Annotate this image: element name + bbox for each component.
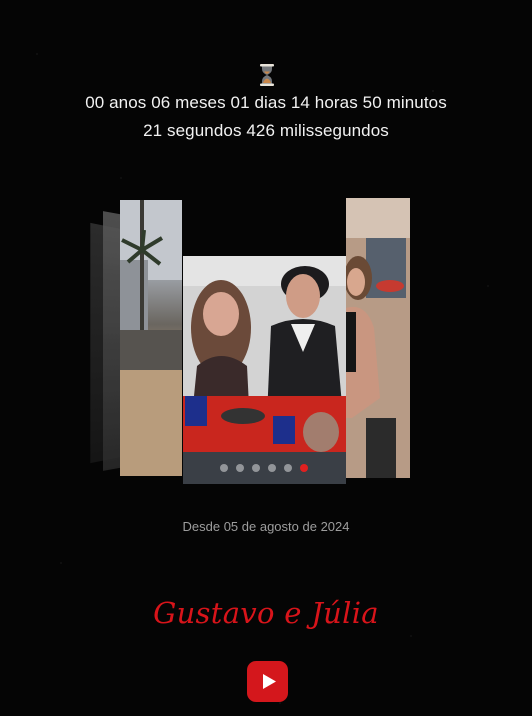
carousel-dot[interactable] xyxy=(236,464,244,472)
hourglass-icon xyxy=(260,64,274,86)
carousel-dot[interactable] xyxy=(284,464,292,472)
couple-names: Gustavo e Júlia xyxy=(153,596,379,630)
since-date: Desde 05 de agosto de 2024 xyxy=(182,519,350,534)
page: 00 anos 06 meses 01 dias 14 horas 50 min… xyxy=(0,0,532,716)
play-icon xyxy=(263,674,276,689)
carousel-dot[interactable] xyxy=(268,464,276,472)
beach-photo[interactable] xyxy=(120,200,182,476)
timer-line-1: 00 anos 06 meses 01 dias 14 horas 50 min… xyxy=(85,93,447,112)
carousel-dot[interactable] xyxy=(252,464,260,472)
carousel-dot-active[interactable] xyxy=(300,464,308,472)
carousel-dot[interactable] xyxy=(220,464,228,472)
couple-party-image xyxy=(183,256,346,484)
play-button[interactable] xyxy=(247,661,288,702)
timer-line-2: 21 segundos 426 milissegundos xyxy=(143,121,389,140)
photo-carousel[interactable] xyxy=(80,190,420,490)
carousel-pagination xyxy=(220,463,308,473)
beach-woman-photo[interactable] xyxy=(346,198,410,478)
beach-woman-image xyxy=(346,198,410,478)
beach-photo-image xyxy=(120,200,182,476)
couple-party-photo[interactable] xyxy=(183,256,346,484)
